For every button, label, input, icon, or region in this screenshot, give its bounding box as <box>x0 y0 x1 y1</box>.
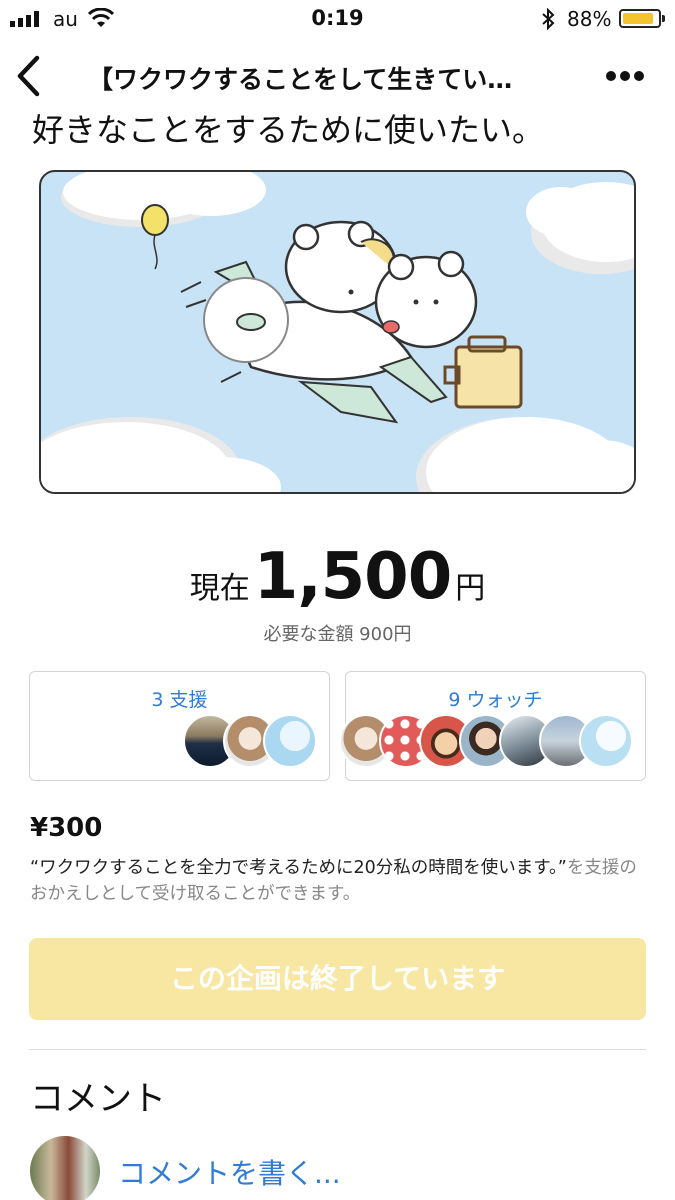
divider <box>29 1049 646 1050</box>
supporter-avatars <box>183 714 317 768</box>
avatar <box>579 714 633 768</box>
project-illustration <box>39 170 636 494</box>
watchers-card[interactable]: 9 ウォッチ <box>339 671 646 781</box>
funding-amount: 現在1,500 円 <box>0 540 675 614</box>
reward-price: ¥300 <box>30 813 103 843</box>
more-horizontal-icon[interactable] <box>605 70 645 82</box>
funding-unit: 円 <box>455 571 486 606</box>
watcher-avatars <box>339 714 633 768</box>
funding-value: 1,500 <box>253 540 452 614</box>
avatar <box>263 714 317 768</box>
bluetooth-icon <box>542 8 555 30</box>
comment-heading: コメント <box>30 1079 166 1119</box>
cloud-top-right <box>526 182 634 274</box>
battery-percent: 88% <box>567 7 612 31</box>
funding-label: 現在 <box>189 571 250 606</box>
status-bar: au 0:19 88% <box>0 0 675 40</box>
supporters-card[interactable]: 3 支援 <box>29 671 330 781</box>
cloud-bottom-right <box>416 417 634 492</box>
project-ended-button: この企画は終了しています <box>29 938 646 1020</box>
reward-description: “ワクワクすることを全力で考えるために20分私の時間を使います。”を支援のおかえ… <box>30 855 650 907</box>
balloon <box>141 204 169 270</box>
avatar <box>30 1136 100 1200</box>
cloud-bottom-left <box>41 417 281 492</box>
nav-bar: 【ワクワクすることをして生きてい… <box>0 40 675 112</box>
supporters-count: 3 支援 <box>151 689 208 711</box>
reward-description-main: “ワクワクすることを全力で考えるために20分私の時間を使います。” <box>30 858 567 878</box>
battery-level-fill <box>623 13 653 24</box>
suitcase <box>443 335 523 409</box>
chevron-left-icon[interactable] <box>12 54 46 98</box>
battery-icon <box>619 9 665 28</box>
page-title: 【ワクワクすることをして生きてい… <box>88 65 513 94</box>
write-comment-link[interactable]: コメントを書く... <box>118 1152 341 1192</box>
watchers-count: 9 ウォッチ <box>448 689 543 711</box>
required-amount: 必要な金額 900円 <box>263 624 412 645</box>
